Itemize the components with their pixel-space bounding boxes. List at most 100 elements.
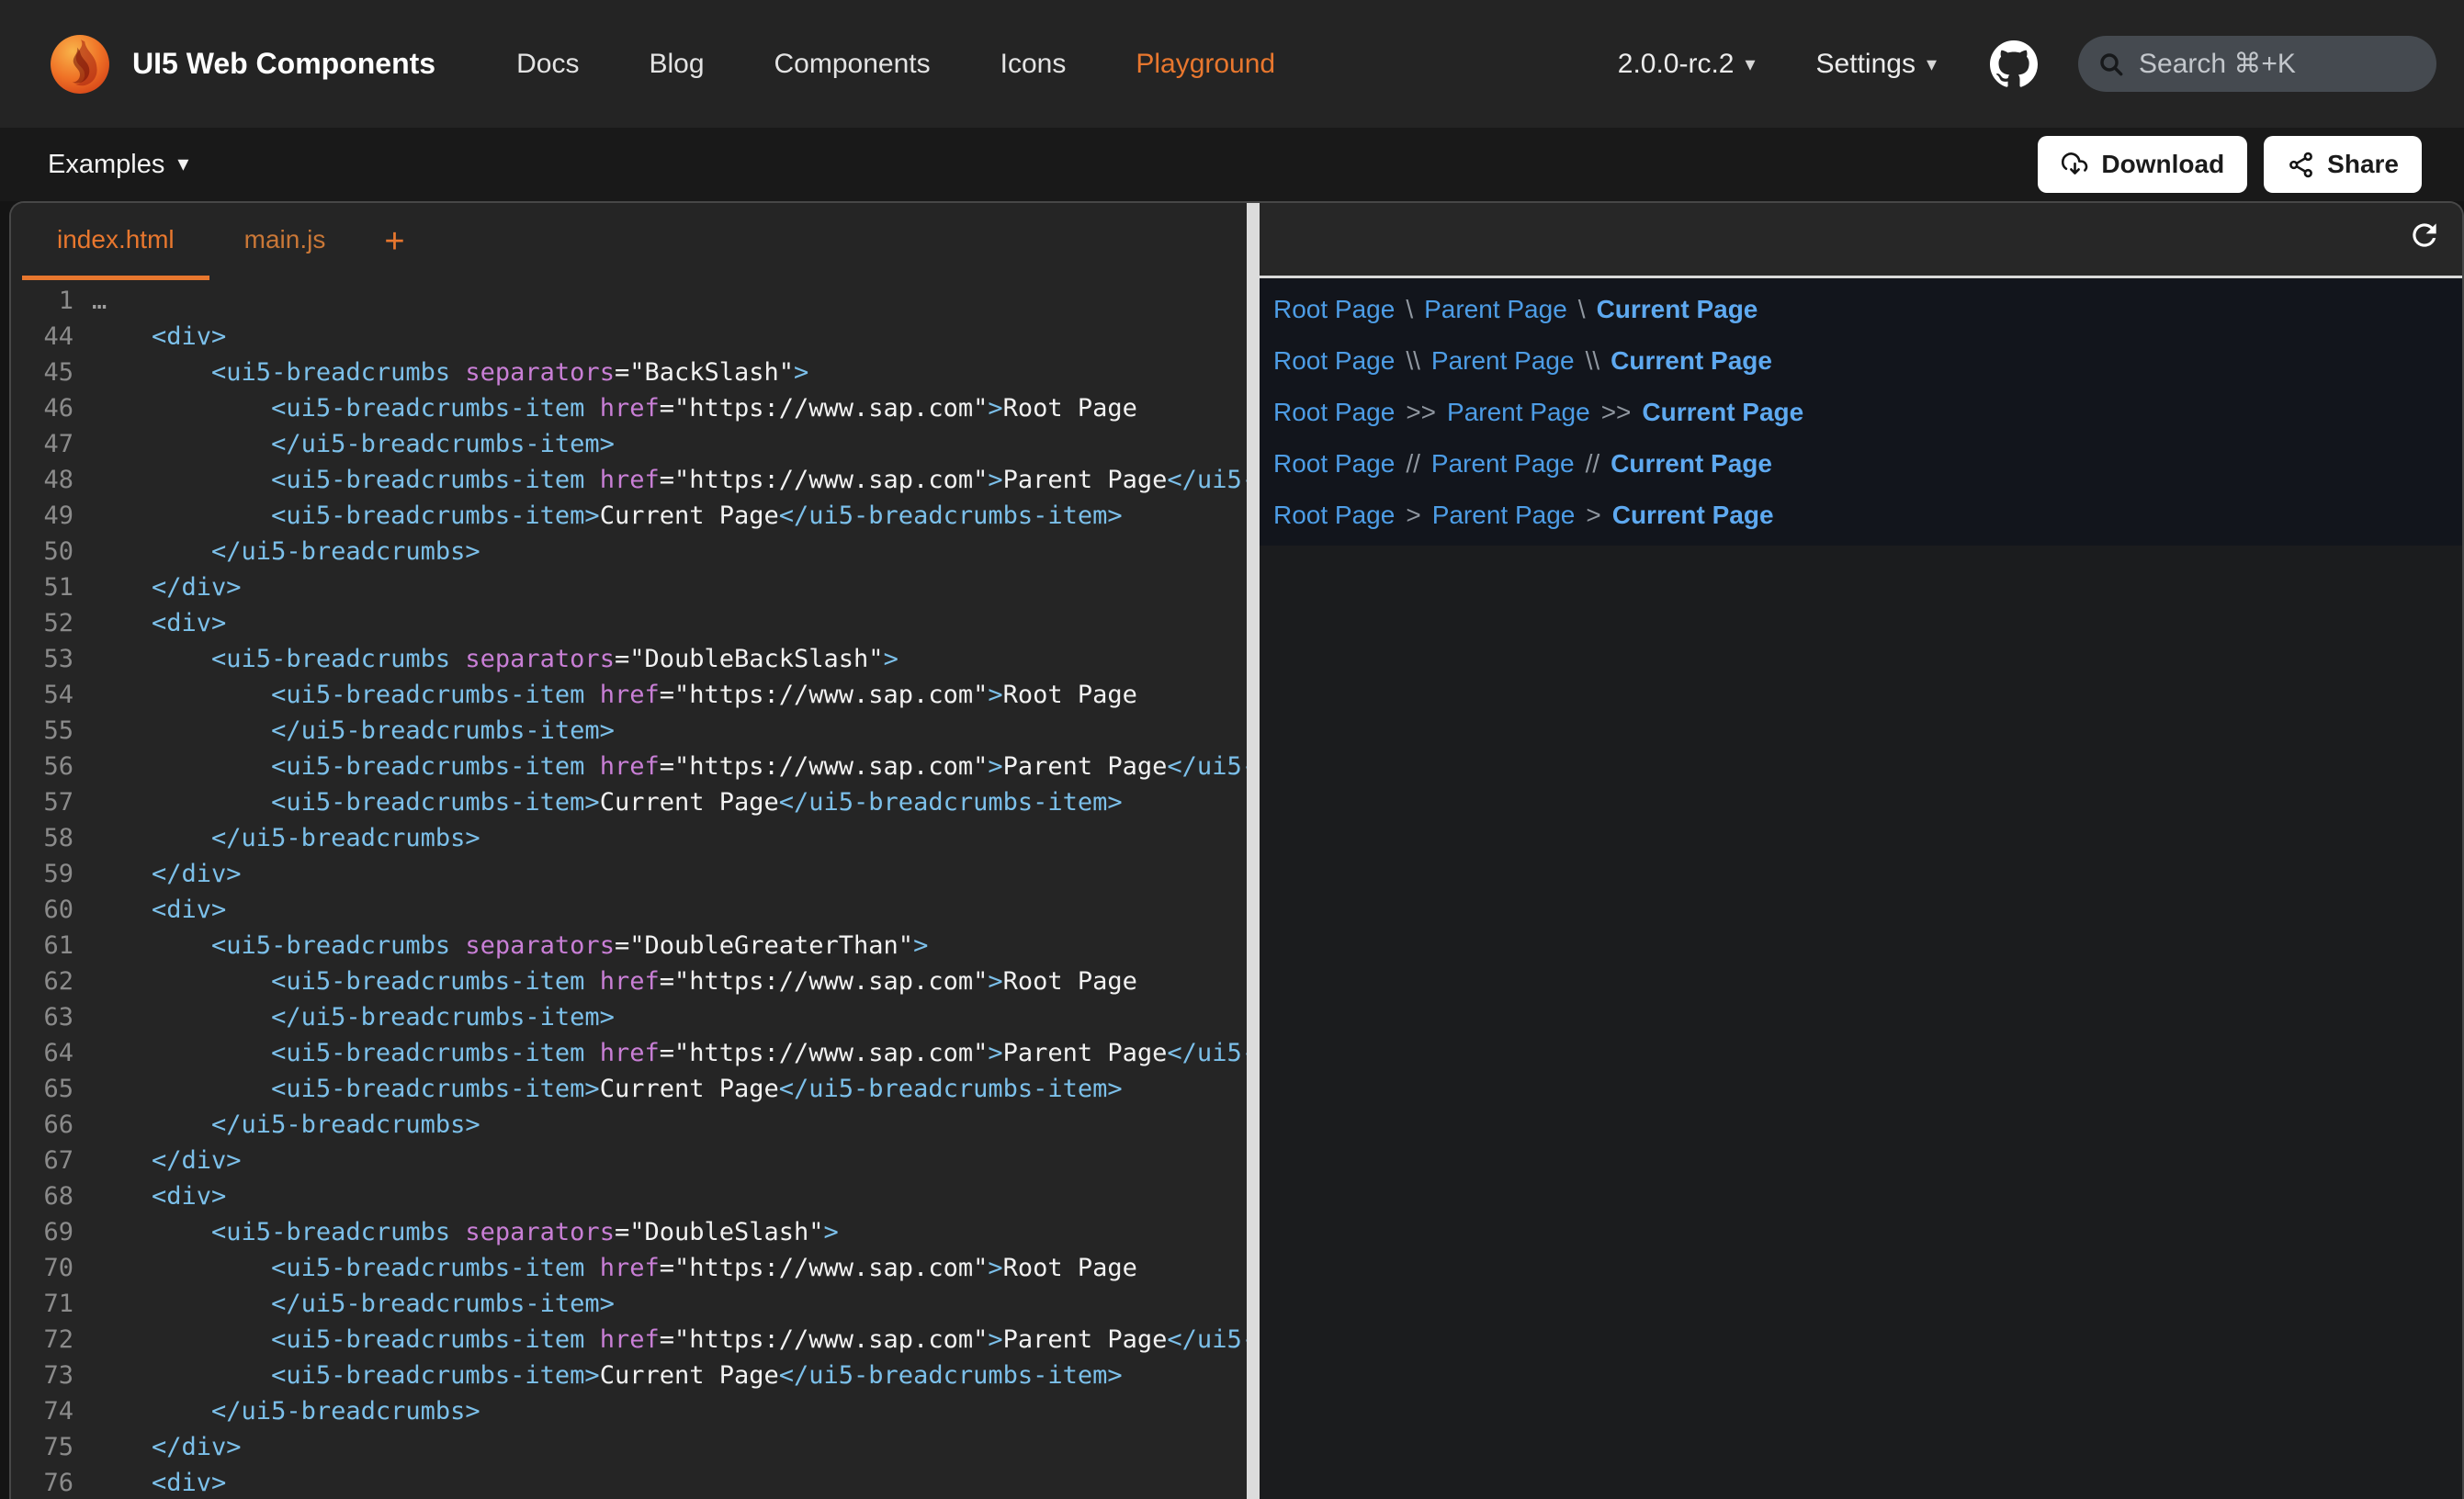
- code-text: <ui5-breadcrumbs separators="DoubleGreat…: [92, 928, 928, 964]
- nav-link-icons[interactable]: Icons: [1000, 49, 1067, 80]
- pane-splitter-handle[interactable]: [1247, 203, 1260, 1499]
- code-text: <ui5-breadcrumbs-item href="https://www.…: [92, 749, 1247, 784]
- code-text: </div>: [92, 856, 242, 892]
- code-line: 53 <ui5-breadcrumbs separators="DoubleBa…: [11, 641, 1247, 677]
- breadcrumb-link[interactable]: Parent Page: [1431, 346, 1575, 376]
- examples-toolbar: Examples ▾ Download Share: [0, 128, 2464, 201]
- breadcrumb-link[interactable]: Root Page: [1273, 449, 1395, 479]
- line-number: 48: [11, 462, 73, 498]
- breadcrumb-link[interactable]: Root Page: [1273, 501, 1395, 530]
- code-line: 48 <ui5-breadcrumbs-item href="https://w…: [11, 462, 1247, 498]
- line-number: 63: [11, 999, 73, 1035]
- breadcrumb-row: Root Page>Parent Page>Current Page: [1273, 490, 2462, 541]
- breadcrumb-separator: \\: [1586, 346, 1600, 376]
- code-line: 57 <ui5-breadcrumbs-item>Current Page</u…: [11, 784, 1247, 820]
- code-text: </ui5-breadcrumbs-item>: [92, 1286, 615, 1322]
- top-navbar: UI5 Web Components Docs Blog Components …: [0, 0, 2464, 128]
- navbar-right: 2.0.0-rc.2 ▾ Settings ▾ Search ⌘+K: [1618, 36, 2436, 92]
- breadcrumb-link[interactable]: Parent Page: [1431, 449, 1575, 479]
- code-line: 44 <div>: [11, 319, 1247, 355]
- examples-dropdown[interactable]: Examples ▾: [48, 150, 188, 180]
- chevron-down-icon: ▾: [1927, 54, 1937, 74]
- nav-link-playground[interactable]: Playground: [1136, 49, 1275, 80]
- code-line: 71 </ui5-breadcrumbs-item>: [11, 1286, 1247, 1322]
- breadcrumb-link[interactable]: Root Page: [1273, 346, 1395, 376]
- code-text: <ui5-breadcrumbs-item href="https://www.…: [92, 964, 1137, 999]
- line-number: 55: [11, 713, 73, 749]
- breadcrumb-row: Root Page//Parent Page//Current Page: [1273, 438, 2462, 490]
- code-text: <ui5-breadcrumbs-item>Current Page</ui5-…: [92, 784, 1123, 820]
- code-line: 45 <ui5-breadcrumbs separators="BackSlas…: [11, 355, 1247, 390]
- code-line: 69 <ui5-breadcrumbs separators="DoubleSl…: [11, 1214, 1247, 1250]
- line-number: 49: [11, 498, 73, 534]
- code-text: <div>: [92, 605, 226, 641]
- nav-link-blog[interactable]: Blog: [649, 49, 704, 80]
- search-input[interactable]: Search ⌘+K: [2078, 36, 2436, 92]
- code-line: 49 <ui5-breadcrumbs-item>Current Page</u…: [11, 498, 1247, 534]
- breadcrumb-separator: >: [1406, 501, 1420, 530]
- refresh-icon[interactable]: [2407, 218, 2442, 253]
- breadcrumb-link[interactable]: Parent Page: [1432, 501, 1576, 530]
- code-text: <div>: [92, 1178, 226, 1214]
- chevron-down-icon: ▾: [1746, 54, 1756, 74]
- code-line: 58 </ui5-breadcrumbs>: [11, 820, 1247, 856]
- brand-title[interactable]: UI5 Web Components: [132, 47, 435, 81]
- code-line: 61 <ui5-breadcrumbs separators="DoubleGr…: [11, 928, 1247, 964]
- nav-link-docs[interactable]: Docs: [516, 49, 579, 80]
- line-number: 68: [11, 1178, 73, 1214]
- line-number: 1: [11, 283, 73, 319]
- breadcrumb-separator: //: [1586, 449, 1600, 479]
- ui5-logo-icon[interactable]: [50, 34, 110, 95]
- version-dropdown[interactable]: 2.0.0-rc.2 ▾: [1618, 49, 1756, 80]
- line-number: 69: [11, 1214, 73, 1250]
- code-text: …: [92, 283, 107, 319]
- breadcrumb-separator: \: [1406, 295, 1413, 324]
- preview-toolbar: [1260, 203, 2462, 276]
- tab-index-html[interactable]: index.html: [22, 203, 209, 280]
- line-number: 62: [11, 964, 73, 999]
- add-tab-button[interactable]: +: [360, 203, 428, 280]
- nav-link-components[interactable]: Components: [774, 49, 931, 80]
- breadcrumb-current: Current Page: [1642, 398, 1803, 427]
- code-line: 50 </ui5-breadcrumbs>: [11, 534, 1247, 569]
- code-line: 70 <ui5-breadcrumbs-item href="https://w…: [11, 1250, 1247, 1286]
- code-text: <ui5-breadcrumbs separators="DoubleSlash…: [92, 1214, 839, 1250]
- line-number: 54: [11, 677, 73, 713]
- chevron-down-icon: ▾: [177, 153, 188, 175]
- nav-links: Docs Blog Components Icons Playground: [516, 49, 1275, 80]
- code-text: <ui5-breadcrumbs-item href="https://www.…: [92, 1250, 1137, 1286]
- code-text: </ui5-breadcrumbs-item>: [92, 999, 615, 1035]
- share-icon: [2287, 151, 2315, 179]
- code-line: 62 <ui5-breadcrumbs-item href="https://w…: [11, 964, 1247, 999]
- code-text: </ui5-breadcrumbs-item>: [92, 713, 615, 749]
- download-label: Download: [2101, 150, 2224, 179]
- line-number: 45: [11, 355, 73, 390]
- code-text: <ui5-breadcrumbs-item>Current Page</ui5-…: [92, 498, 1123, 534]
- code-text: <ui5-breadcrumbs-item href="https://www.…: [92, 1322, 1247, 1358]
- download-button[interactable]: Download: [2038, 136, 2247, 193]
- preview-empty-area: [1260, 546, 2462, 1499]
- code-line: 56 <ui5-breadcrumbs-item href="https://w…: [11, 749, 1247, 784]
- line-number: 56: [11, 749, 73, 784]
- code-lines[interactable]: 1 …44 <div>45 <ui5-breadcrumbs separators…: [11, 280, 1247, 1499]
- breadcrumb-link[interactable]: Parent Page: [1424, 295, 1567, 324]
- settings-dropdown[interactable]: Settings ▾: [1816, 49, 1937, 80]
- breadcrumb-row: Root Page\\Parent Page\\Current Page: [1273, 335, 2462, 387]
- code-text: </ui5-breadcrumbs>: [92, 534, 480, 569]
- breadcrumb-link[interactable]: Root Page: [1273, 295, 1395, 324]
- tab-main-js[interactable]: main.js: [209, 203, 361, 280]
- code-line: 75 </div>: [11, 1429, 1247, 1465]
- settings-label: Settings: [1816, 49, 1916, 80]
- code-text: </ui5-breadcrumbs>: [92, 1107, 480, 1143]
- code-line: 67 </div>: [11, 1143, 1247, 1178]
- breadcrumb-link[interactable]: Root Page: [1273, 398, 1395, 427]
- breadcrumb-current: Current Page: [1611, 449, 1772, 479]
- line-number: 51: [11, 569, 73, 605]
- line-number: 60: [11, 892, 73, 928]
- breadcrumb-row: Root Page>>Parent Page>>Current Page: [1273, 387, 2462, 438]
- breadcrumb-link[interactable]: Parent Page: [1447, 398, 1590, 427]
- code-text: <ui5-breadcrumbs-item href="https://www.…: [92, 677, 1137, 713]
- github-icon[interactable]: [1990, 40, 2038, 88]
- share-button[interactable]: Share: [2264, 136, 2422, 193]
- examples-label: Examples: [48, 150, 164, 180]
